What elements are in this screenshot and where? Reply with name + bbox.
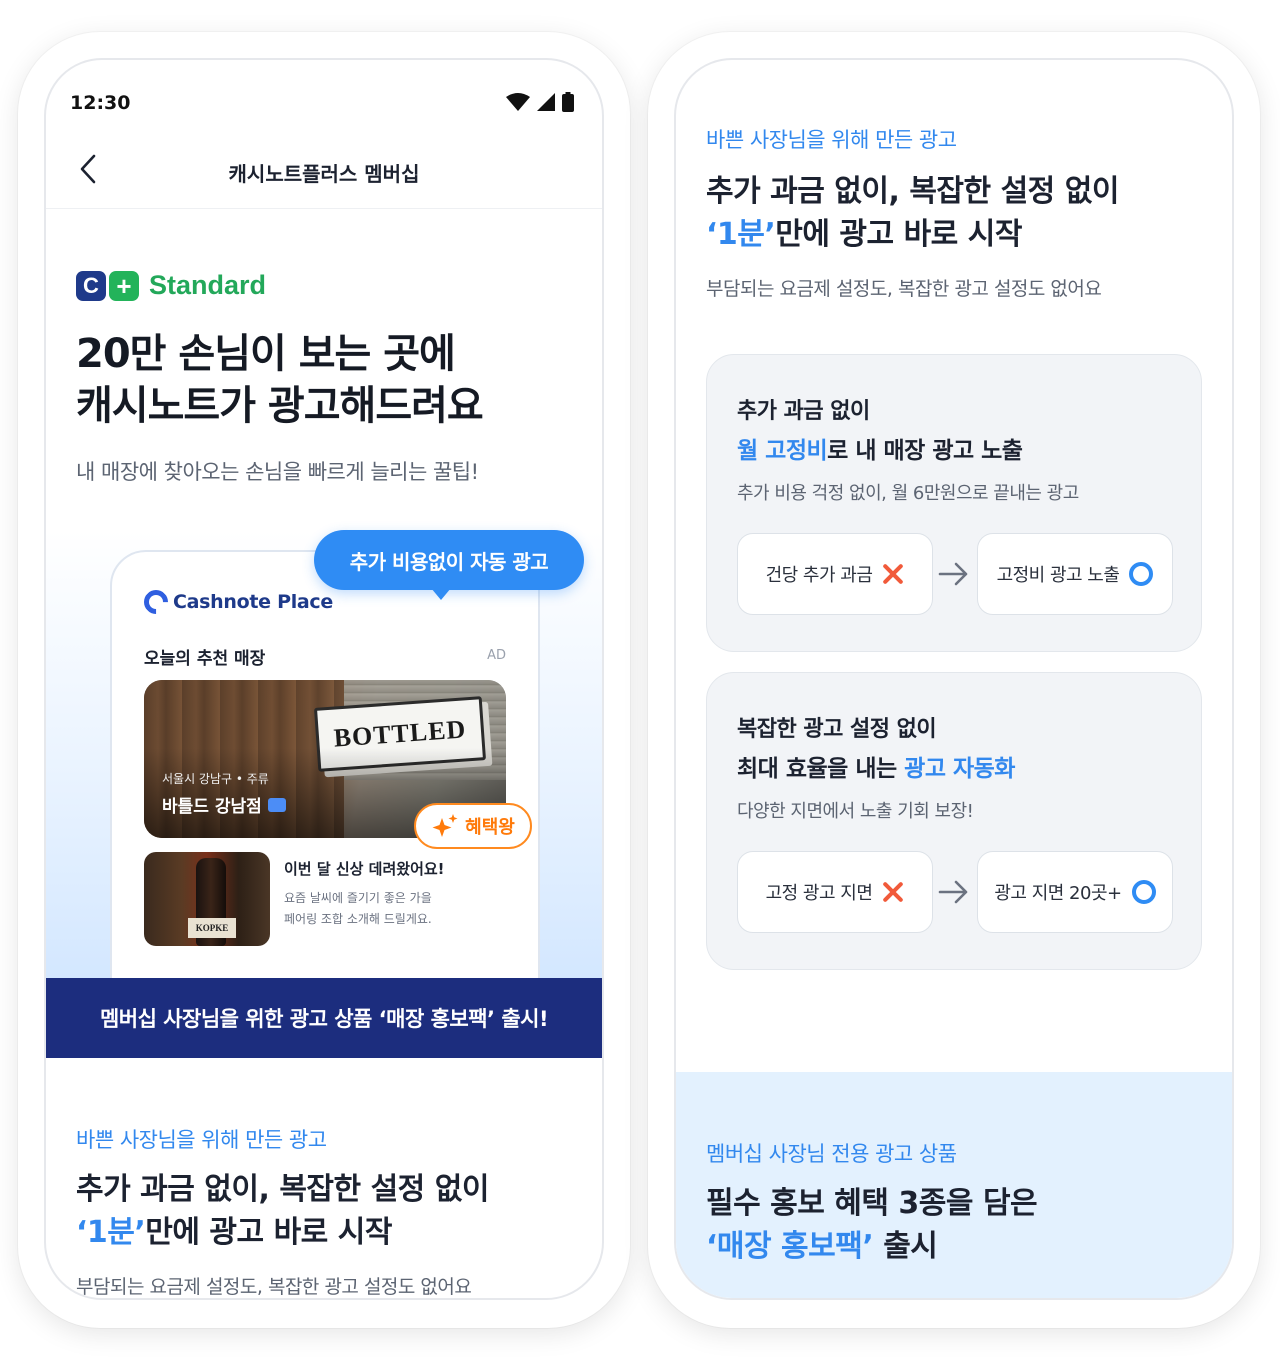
feature-card-fixed-cost: 추가 과금 없이 월 고정비로 내 매장 광고 노출 추가 비용 걱정 없이, … <box>706 354 1202 652</box>
feed-title: 이번 달 신상 데려왔어요! <box>284 860 445 878</box>
feature-card-highlight: 광고 자동화 <box>904 756 1015 782</box>
feature-card-line-2-rest: 로 내 매장 광고 노출 <box>827 438 1023 464</box>
section-heading: 추가 과금 없이, 복잡한 설정 없이 ‘1분’만에 광고 바로 시작 <box>706 170 1119 256</box>
feature-card-description: 다양한 지면에서 노출 기회 보장! <box>737 801 974 822</box>
brand-name: Cashnote Place <box>173 591 333 613</box>
feature-card-line-2: 최대 효율을 내는 광고 자동화 <box>737 749 1015 783</box>
page-title: 캐시노트플러스 멤버십 <box>228 162 420 186</box>
cashnote-c-icon <box>139 585 173 619</box>
bottom-heading-line-1: 필수 홍보 혜택 3종을 담은 <box>706 1186 1038 1221</box>
section-eyebrow: 바쁜 사장님을 위해 만든 광고 <box>76 1128 327 1152</box>
bottom-heading-line-2: ‘매장 홍보팩’ 출시 <box>706 1225 1037 1268</box>
coupon-icon <box>267 797 286 812</box>
section-heading-line-2: ‘1분’만에 광고 바로 시작 <box>76 1211 489 1254</box>
hero-title: 20만 손님이 보는 곳에 캐시노트가 광고해드려요 <box>76 328 484 432</box>
store-name-text: 바틀드 강남점 <box>162 797 262 817</box>
right-phone-screen: 바쁜 사장님을 위해 만든 광고 추가 과금 없이, 복잡한 설정 없이 ‘1분… <box>674 58 1234 1300</box>
hero-title-line-2: 캐시노트가 광고해드려요 <box>76 383 484 429</box>
arrow-right-icon <box>938 562 968 586</box>
feature-card-line-2: 월 고정비로 내 매장 광고 노출 <box>737 431 1023 465</box>
promo-banner[interactable]: 멤버십 사장님을 위한 광고 상품 ‘매장 홍보팩’ 출시! <box>46 978 602 1058</box>
store-name: 바틀드 강남점 <box>162 792 286 817</box>
hero-title-line-1: 20만 손님이 보는 곳에 <box>76 331 456 377</box>
circle-check-icon <box>1129 562 1154 586</box>
feature-card-description: 추가 비용 걱정 없이, 월 6만원으로 끝내는 광고 <box>737 483 1079 504</box>
recommended-section-title: 오늘의 추천 매장 <box>144 649 266 669</box>
section-description: 부담되는 요금제 설정도, 복잡한 광고 설정도 없어요 <box>76 1276 472 1298</box>
ad-label: AD <box>487 648 506 663</box>
x-icon <box>882 881 904 903</box>
feature-card-highlight: 월 고정비 <box>737 438 828 464</box>
after-chip-label: 고정비 광고 노출 <box>996 565 1120 586</box>
section-heading-highlight: ‘1분’ <box>76 1215 146 1250</box>
benefit-badge-text: 혜택왕 <box>465 817 515 838</box>
before-chip-label: 고정 광고 지면 <box>765 883 873 904</box>
bottom-heading-highlight: ‘매장 홍보팩’ <box>706 1229 874 1264</box>
section-heading-line-1: 추가 과금 없이, 복잡한 설정 없이 <box>76 1172 489 1207</box>
status-time: 12:30 <box>70 92 131 114</box>
plan-name: Standard <box>149 270 267 300</box>
mock-app-preview: Cashnote Place 오늘의 추천 매장 AD BOTTLED 서울시 … <box>110 550 540 1010</box>
benefit-king-badge: 혜택왕 <box>414 803 532 849</box>
sparkle-icon <box>432 814 458 837</box>
auto-ad-tooltip: 추가 비용없이 자동 광고 <box>314 530 584 590</box>
bottle-label: KOPKE <box>188 918 236 938</box>
after-chip: 광고 지면 20곳+ <box>977 851 1173 933</box>
bottom-eyebrow: 멤버십 사장님 전용 광고 상품 <box>706 1142 957 1166</box>
signal-icon <box>537 93 555 111</box>
section-heading-rest: 만에 광고 바로 시작 <box>775 217 1022 252</box>
hero-subtitle: 내 매장에 찾아오는 손님을 빠르게 늘리는 꿀팁! <box>76 460 479 484</box>
after-chip-label: 광고 지면 20곳+ <box>994 883 1122 904</box>
plan-badge: C + Standard <box>76 270 266 301</box>
plan-logo-plus: + <box>109 270 139 301</box>
before-chip: 고정 광고 지면 <box>737 851 933 933</box>
feature-card-line-1: 추가 과금 없이 <box>737 399 870 424</box>
section-heading-line-2: ‘1분’만에 광고 바로 시작 <box>706 213 1119 256</box>
x-icon <box>882 563 904 585</box>
section-heading: 추가 과금 없이, 복잡한 설정 없이 ‘1분’만에 광고 바로 시작 <box>76 1168 489 1254</box>
plan-logo: C + <box>76 270 139 301</box>
cashnote-place-logo: Cashnote Place <box>139 585 333 619</box>
bottom-heading-rest: 출시 <box>873 1229 938 1264</box>
wifi-icon <box>506 93 530 111</box>
section-heading-rest: 만에 광고 바로 시작 <box>145 1215 392 1250</box>
header-divider <box>46 208 602 209</box>
circle-check-icon <box>1131 880 1156 904</box>
feed-desc-line-1: 요즘 날씨에 즐기기 좋은 가을 <box>284 891 432 905</box>
section-description: 부담되는 요금제 설정도, 복잡한 광고 설정도 없어요 <box>706 278 1102 300</box>
before-chip: 건당 추가 과금 <box>737 533 933 615</box>
section-heading-line-1: 추가 과금 없이, 복잡한 설정 없이 <box>706 174 1119 209</box>
after-chip: 고정비 광고 노출 <box>977 533 1173 615</box>
tooltip-tail <box>431 588 451 600</box>
feature-card-automation: 복잡한 광고 설정 없이 최대 효율을 내는 광고 자동화 다양한 지면에서 노… <box>706 672 1202 970</box>
feed-desc-line-2: 페어링 조합 소개해 드릴게요. <box>284 912 432 926</box>
battery-icon <box>562 92 574 112</box>
store-meta: 서울시 강남구 • 주류 <box>162 772 269 786</box>
arrow-right-icon <box>938 880 968 904</box>
status-icons <box>506 92 574 112</box>
section-heading-highlight: ‘1분’ <box>706 217 776 252</box>
feed-description: 요즘 날씨에 즐기기 좋은 가을 페어링 조합 소개해 드릴게요. <box>284 888 484 930</box>
section-eyebrow: 바쁜 사장님을 위해 만든 광고 <box>706 128 957 152</box>
feature-card-line-1: 복잡한 광고 설정 없이 <box>737 717 937 742</box>
plan-logo-c: C <box>76 270 106 301</box>
bottom-heading: 필수 홍보 혜택 3종을 담은 ‘매장 홍보팩’ 출시 <box>706 1182 1038 1268</box>
feed-thumbnail[interactable]: KOPKE <box>144 852 270 946</box>
feature-card-line-2-pre: 최대 효율을 내는 <box>737 756 905 782</box>
before-chip-label: 건당 추가 과금 <box>765 565 873 586</box>
left-phone-screen: 12:30 캐시노트플러스 멤버십 C + Standard 20만 손님이 보… <box>44 58 604 1300</box>
